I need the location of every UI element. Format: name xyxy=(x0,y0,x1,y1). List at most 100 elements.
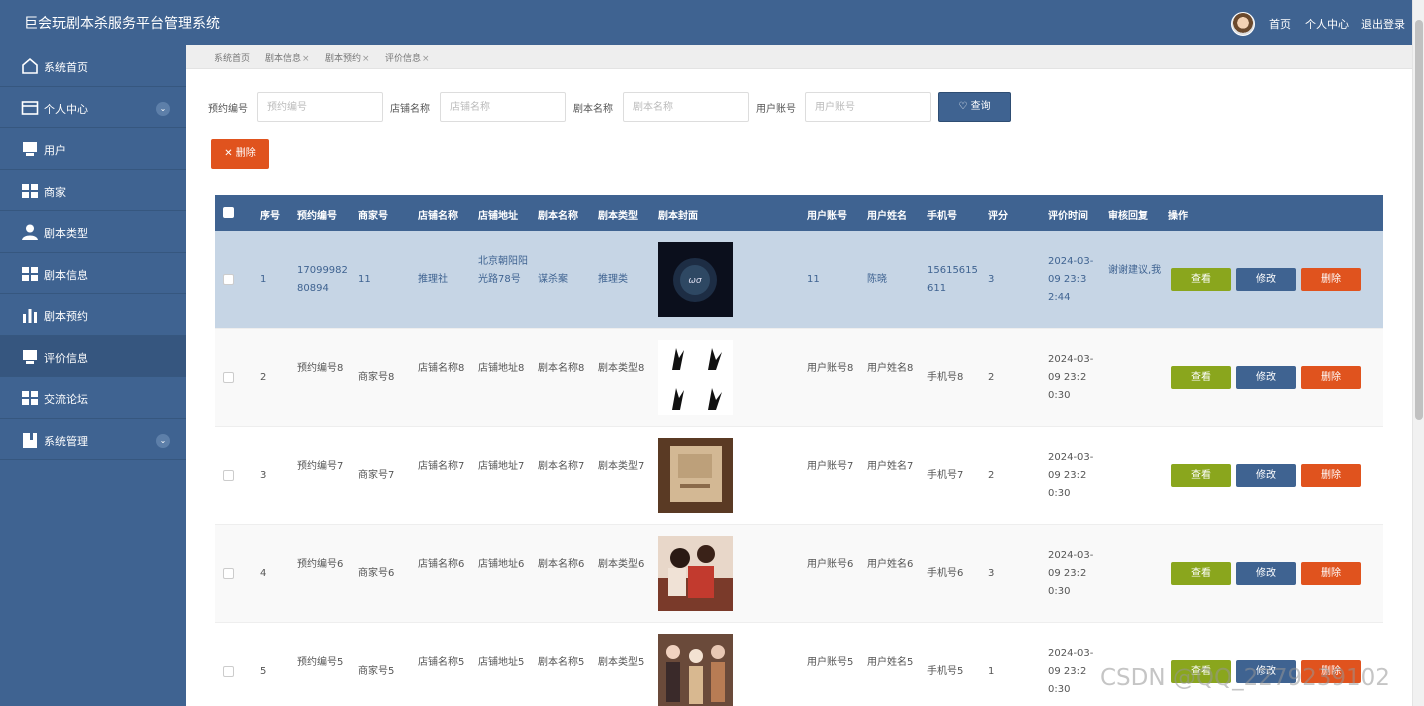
table-row[interactable]: 3 预约编号7 商家号7 店铺名称7 店铺地址7 剧本名称7 剧本类型7 用户账号7 用户姓名7… xyxy=(215,427,1383,525)
cell-account: 用户账号6 xyxy=(807,559,854,570)
cell-merchant: 11 xyxy=(358,274,371,285)
profile-link[interactable]: 个人中心 xyxy=(1305,16,1349,32)
cell-script: 谋杀案 xyxy=(538,274,568,285)
tab-script-info[interactable]: 剧本信息× xyxy=(265,51,310,64)
sidebar-item-label: 商家 xyxy=(44,185,66,199)
order-no-input[interactable] xyxy=(257,92,383,122)
view-button[interactable]: 查看 xyxy=(1171,366,1231,389)
tab-review-info[interactable]: 评价信息× xyxy=(385,51,430,64)
sidebar-item-5[interactable]: 剧本类型 xyxy=(0,211,186,253)
cell-order-no: 预约编号7 xyxy=(297,461,344,472)
row-checkbox[interactable] xyxy=(223,274,234,285)
table-row[interactable]: 2 预约编号8 商家号8 店铺名称8 店铺地址8 剧本名称8 剧本类型8 用户账号8 用户姓名8… xyxy=(215,329,1383,427)
cell-merchant: 商家号8 xyxy=(358,372,395,383)
column-header: 用户姓名 xyxy=(867,211,907,222)
cell-phone: 手机号6 xyxy=(927,568,964,579)
cell-type: 剧本类型8 xyxy=(598,363,645,374)
top-bar: 巨会玩剧本杀服务平台管理系统 首页 个人中心 退出登录 xyxy=(0,0,1412,45)
select-all-checkbox[interactable] xyxy=(223,207,234,218)
cell-merchant: 商家号6 xyxy=(358,568,395,579)
sidebar-item-8[interactable]: 评价信息 xyxy=(0,335,186,377)
close-icon[interactable]: × xyxy=(362,54,370,64)
sidebar-item-4[interactable]: 商家 xyxy=(0,170,186,211)
script-cover-image xyxy=(658,536,733,611)
column-header: 剧本名称 xyxy=(538,211,578,222)
user-account-input[interactable] xyxy=(805,92,931,122)
column-header: 操作 xyxy=(1168,211,1188,222)
sidebar-item-label: 个人中心 xyxy=(44,102,88,116)
cell-score: 1 xyxy=(988,666,995,677)
cell-name: 用户姓名6 xyxy=(867,559,914,570)
card-icon xyxy=(21,99,39,115)
logout-link[interactable]: 退出登录 xyxy=(1361,16,1405,32)
cell-reply: 谢谢建议,我 xyxy=(1108,265,1162,276)
script-cover-image xyxy=(658,438,733,513)
page-scrollbar[interactable] xyxy=(1412,0,1424,706)
sidebar-item-9[interactable]: 交流论坛 xyxy=(0,377,186,419)
cell-address: 店铺地址7 xyxy=(478,461,525,472)
sidebar-item-7[interactable]: 剧本预约 xyxy=(0,294,186,336)
tab-home[interactable]: 系统首页 xyxy=(214,51,250,64)
edit-button[interactable]: 修改 xyxy=(1236,562,1296,585)
table-header: 序号 预约编号 商家号 店铺名称 店铺地址 剧本名称 剧本类型 剧本封面 用户账号 用户姓名 手机号… xyxy=(215,195,1383,231)
delete-button[interactable]: 删除 xyxy=(1301,562,1361,585)
avatar[interactable] xyxy=(1231,12,1255,36)
row-checkbox[interactable] xyxy=(223,568,234,579)
cell-address: 北京朝阳阳光路78号 xyxy=(478,256,528,285)
close-icon[interactable]: × xyxy=(422,54,430,64)
close-icon[interactable]: × xyxy=(302,54,310,64)
script-cover-image xyxy=(658,340,733,415)
edit-button[interactable]: 修改 xyxy=(1236,366,1296,389)
sidebar-item-6[interactable]: 剧本信息 xyxy=(0,253,186,294)
sidebar-item-label: 系统管理 xyxy=(44,434,88,448)
delete-button[interactable]: 删除 xyxy=(1301,366,1361,389)
sidebar-item-3[interactable]: 用户 xyxy=(0,128,186,170)
cell-account: 用户账号7 xyxy=(807,461,854,472)
column-header: 预约编号 xyxy=(297,211,337,222)
delete-button[interactable]: 删除 xyxy=(1301,464,1361,487)
sidebar-item-2[interactable]: 个人中心 ⌄ xyxy=(0,87,186,128)
cell-phone: 手机号5 xyxy=(927,666,964,677)
sidebar-item-label: 剧本信息 xyxy=(44,268,88,282)
shop-name-input[interactable] xyxy=(440,92,566,122)
grid-icon xyxy=(21,182,38,198)
table-row[interactable]: 1 1709998280894 11 推理社 北京朝阳阳光路78号 谋杀案 推理类 11 陈晓 1… xyxy=(215,231,1383,329)
column-header: 店铺名称 xyxy=(418,211,458,222)
row-checkbox[interactable] xyxy=(223,666,234,677)
search-button[interactable]: ♡ 查询 xyxy=(938,92,1011,122)
review-table: 序号 预约编号 商家号 店铺名称 店铺地址 剧本名称 剧本类型 剧本封面 用户账号 用户姓名 手机号… xyxy=(215,195,1383,706)
view-button[interactable]: 查看 xyxy=(1171,464,1231,487)
table-row[interactable]: 4 预约编号6 商家号6 店铺名称6 店铺地址6 剧本名称6 剧本类型6 用户账号6 用户姓名6… xyxy=(215,525,1383,623)
cell-score: 3 xyxy=(988,274,995,285)
edit-button[interactable]: 修改 xyxy=(1236,268,1296,291)
scrollbar-thumb[interactable] xyxy=(1415,20,1423,420)
chevron-down-icon[interactable]: ⌄ xyxy=(156,433,170,448)
column-header: 用户账号 xyxy=(807,211,847,222)
edit-button[interactable]: 修改 xyxy=(1236,464,1296,487)
script-name-input[interactable] xyxy=(623,92,749,122)
tab-script-booking[interactable]: 剧本预约× xyxy=(325,51,370,64)
column-header: 店铺地址 xyxy=(478,211,518,222)
batch-delete-button[interactable]: ✕ 删除 xyxy=(211,139,269,169)
row-checkbox[interactable] xyxy=(223,372,234,383)
cell-phone: 15615615611 xyxy=(927,265,978,294)
cell-merchant: 商家号7 xyxy=(358,470,395,481)
column-header: 手机号 xyxy=(927,211,957,222)
order-no-label: 预约编号 xyxy=(208,104,248,115)
cell-account: 11 xyxy=(807,274,820,285)
sidebar: 系统首页个人中心 ⌄ 用户商家剧本类型剧本信息剧本预约 评价信息 交流论坛系统管理 ⌄ xyxy=(0,45,186,706)
monitor-icon xyxy=(21,140,38,156)
home-link[interactable]: 首页 xyxy=(1269,16,1291,32)
delete-button[interactable]: 删除 xyxy=(1301,268,1361,291)
chevron-down-icon[interactable]: ⌄ xyxy=(156,101,170,116)
view-button[interactable]: 查看 xyxy=(1171,562,1231,585)
cell-score: 2 xyxy=(988,470,995,481)
view-button[interactable]: 查看 xyxy=(1171,268,1231,291)
cell-address: 店铺地址5 xyxy=(478,657,525,668)
cell-address: 店铺地址6 xyxy=(478,559,525,570)
row-checkbox[interactable] xyxy=(223,470,234,481)
sidebar-item-1[interactable]: 系统首页 xyxy=(0,45,186,87)
cell-shop: 店铺名称5 xyxy=(418,657,465,668)
cell-name: 用户姓名7 xyxy=(867,461,914,472)
sidebar-item-10[interactable]: 系统管理 ⌄ xyxy=(0,419,186,460)
